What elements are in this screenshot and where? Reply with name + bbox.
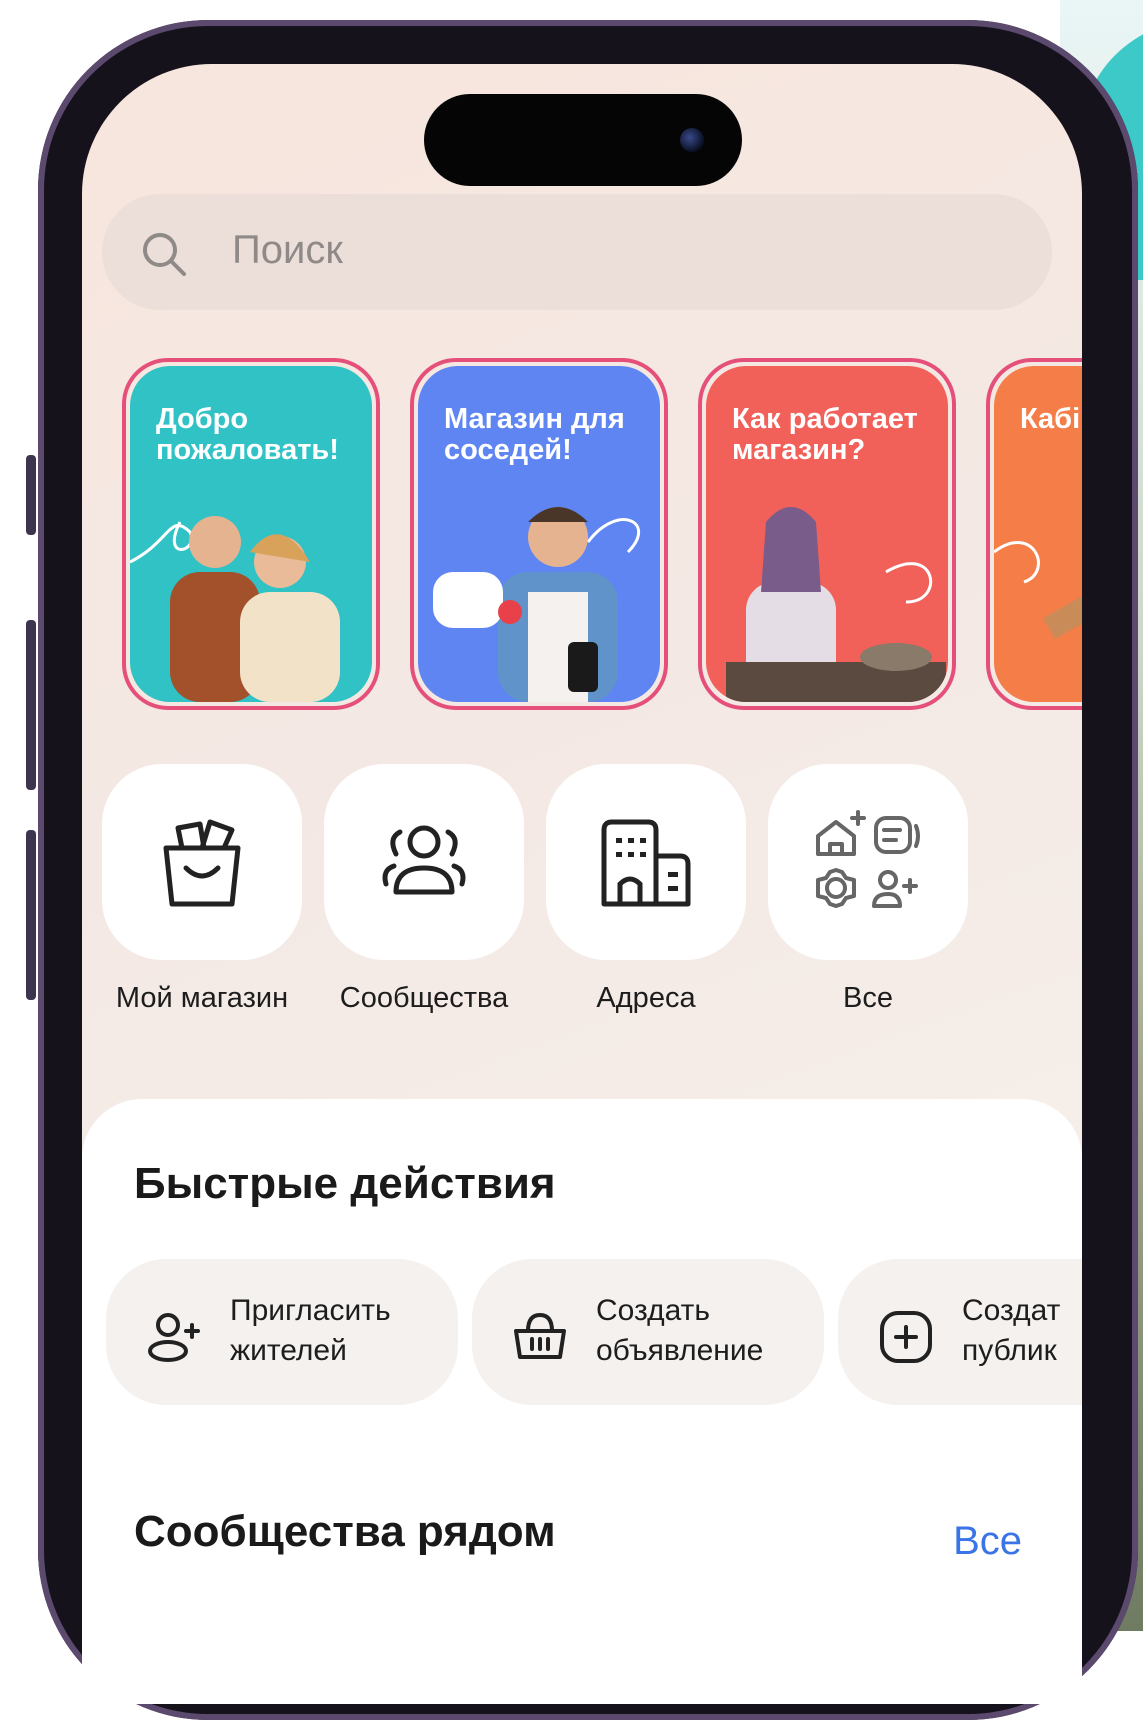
tile-my-shop[interactable] (102, 764, 302, 960)
create-publication-button[interactable]: Создат публик (838, 1259, 1082, 1405)
quick-actions-title: Быстрые действия (134, 1159, 556, 1208)
people-group-icon (382, 825, 466, 895)
see-all-link[interactable]: Все (953, 1519, 1022, 1564)
tile-label-my-shop: Мой магазин (115, 982, 289, 1014)
plus-square-icon (880, 1311, 932, 1363)
story-photo (130, 516, 340, 702)
story-card-how-it-works[interactable]: Как работает магазин? (698, 358, 956, 710)
camera-icon (680, 128, 704, 152)
story-title: Кабі бизн (1020, 403, 1082, 435)
invite-user-icon (148, 1313, 200, 1362)
phone-volume-down-button (26, 830, 36, 1000)
story-title: Добро пожаловать! (156, 403, 339, 466)
content-card: Быстрые действия Пригласить жителей Созд… (82, 1099, 1082, 1704)
story-card-business[interactable]: Кабі бизн (986, 358, 1082, 710)
search-icon (143, 233, 186, 276)
quick-actions-list: Пригласить жителей Создать объявление Со… (106, 1259, 1082, 1409)
tile-communities[interactable] (324, 764, 524, 960)
story-title: Как работает магазин? (732, 403, 918, 466)
create-listing-button[interactable]: Создать объявление (472, 1259, 824, 1405)
story-photo (994, 541, 1082, 640)
building-icon (601, 819, 691, 907)
stories-carousel[interactable]: Добро пожаловать! Магазин для соседей! К… (122, 358, 1082, 724)
story-photo (726, 507, 946, 702)
search-input[interactable]: Поиск (102, 194, 1052, 310)
app-screen: Поиск Добро пожаловать! Магазин для сосе… (82, 64, 1082, 1704)
nearby-communities-title: Сообщества рядом (134, 1507, 556, 1556)
dynamic-island (424, 94, 742, 186)
invite-residents-button[interactable]: Пригласить жителей (106, 1259, 458, 1405)
all-services-icon (816, 810, 920, 908)
story-photo (433, 507, 641, 702)
story-card-shop[interactable]: Магазин для соседей! (410, 358, 668, 710)
basket-icon (514, 1313, 566, 1359)
search-placeholder: Поиск (232, 228, 343, 272)
tile-label-all: Все (843, 982, 893, 1014)
tile-addresses[interactable] (546, 764, 746, 960)
tile-all[interactable] (768, 764, 968, 960)
shopping-bag-icon (163, 819, 241, 907)
tile-label-communities: Сообщества (339, 982, 509, 1014)
tile-label-addresses: Адреса (596, 982, 696, 1014)
story-title: Магазин для соседей! (444, 403, 625, 466)
service-tiles: Мой магазин Сообщества Адреса Все (102, 764, 1082, 1044)
phone-volume-up-button (26, 620, 36, 790)
action-label: Пригласить жителей (230, 1294, 391, 1367)
story-card-welcome[interactable]: Добро пожаловать! (122, 358, 380, 710)
action-label: Создать объявление (596, 1294, 764, 1367)
phone-action-button (26, 455, 36, 535)
action-label: Создат публик (962, 1294, 1061, 1367)
